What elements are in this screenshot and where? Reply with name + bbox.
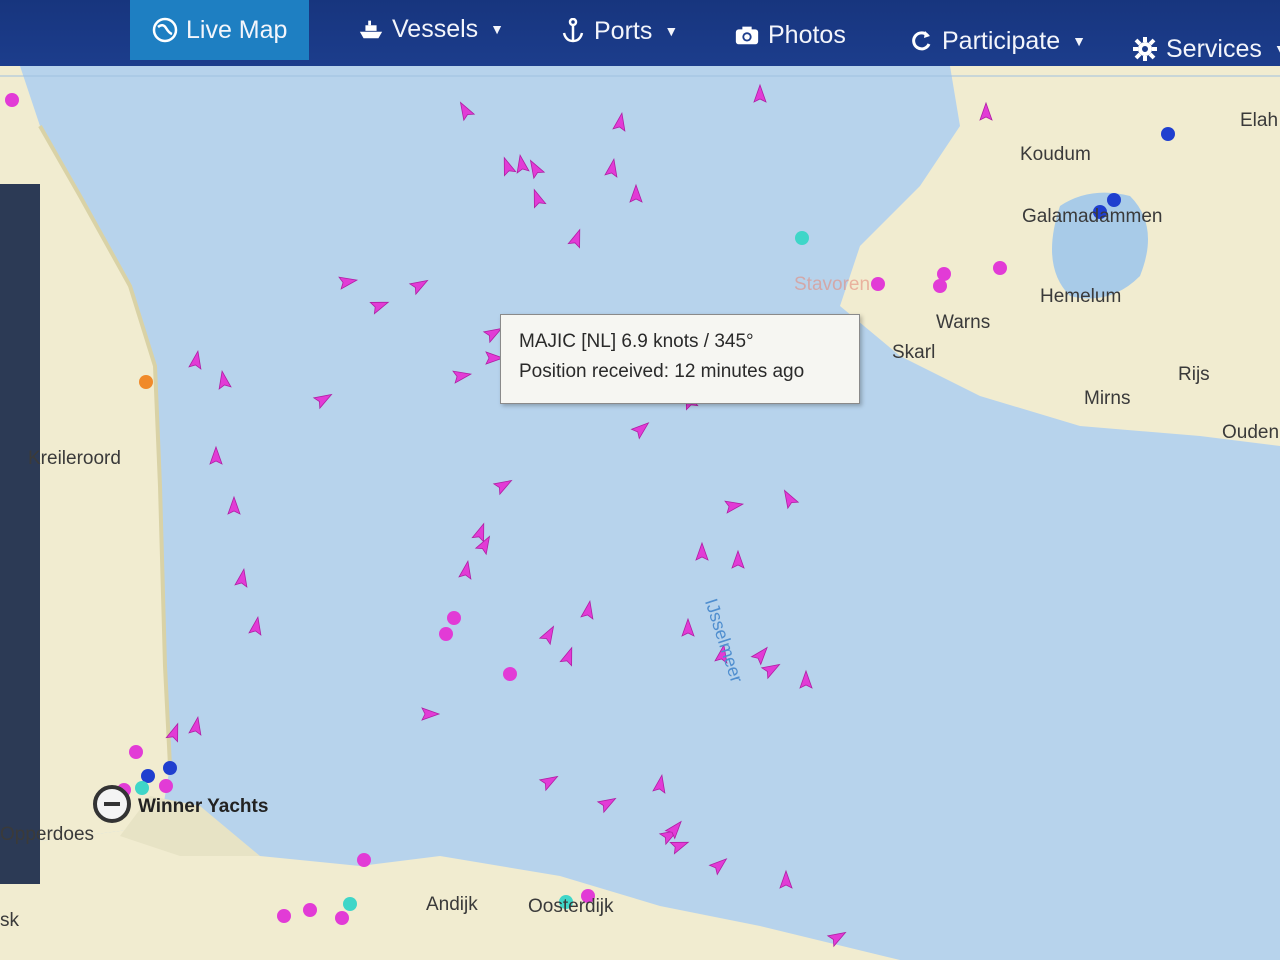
nav-participate-label: Participate [942,26,1061,55]
place-elahuizen: Elah [1240,110,1279,131]
vessel-dot-marker[interactable] [503,667,517,681]
place-mirns: Mirns [1084,388,1131,409]
vessel-dot-marker[interactable] [163,761,177,775]
vessel-dot-marker[interactable] [357,853,371,867]
nav-ports-label: Ports [594,16,653,45]
place-koudum: Koudum [1020,144,1091,165]
gear-icon [1132,36,1158,62]
vessel-dot-marker[interactable] [1161,127,1175,141]
nav-ports[interactable]: Ports ▼ [560,2,678,60]
vessel-dot-marker[interactable] [447,611,461,625]
place-stavoren: Stavoren [794,274,871,295]
tooltip-vessel-info: MAJIC [NL] 6.9 knots / 345° [519,331,754,352]
vessel-dot-marker[interactable] [135,781,149,795]
left-side-panel[interactable] [0,184,40,884]
live-map[interactable]: Koudum Galamadammen Elah Hemelum Warns S… [0,66,1280,960]
tooltip-position-received: Position received: 12 minutes ago [519,361,805,382]
vessel-dot-marker[interactable] [139,375,153,389]
vessel-dot-marker[interactable] [141,769,155,783]
nav-photos-label: Photos [768,20,846,49]
vessel-dot-marker[interactable] [795,231,809,245]
place-oudemirdum: Ouden [1222,422,1280,443]
place-oosterdijk: Oosterdijk [528,896,614,917]
nav-vessels[interactable]: Vessels ▼ [358,0,504,58]
nav-live-map-label: Live Map [186,15,288,44]
place-kreileroord: Kreileroord [28,448,121,469]
vessel-dot-marker[interactable] [993,261,1007,275]
vessel-dot-marker[interactable] [439,627,453,641]
refresh-icon [908,28,934,54]
vessel-dot-marker[interactable] [277,909,291,923]
vessel-tooltip: MAJIC [NL] 6.9 knots / 345° Position rec… [500,314,860,404]
vessel-dot-marker[interactable] [303,903,317,917]
place-skarl: Skarl [892,342,936,363]
chevron-down-icon: ▼ [1274,41,1280,57]
nav-photos[interactable]: Photos [734,6,846,64]
place-winner-yachts[interactable]: Winner Yachts [138,796,268,818]
place-rijs: Rijs [1178,364,1210,385]
place-warns: Warns [936,312,991,333]
nav-vessels-label: Vessels [392,14,479,43]
vessel-dot-marker[interactable] [335,911,349,925]
globe-icon [152,17,178,43]
vessel-dot-marker[interactable] [343,897,357,911]
nav-participate[interactable]: Participate ▼ [908,12,1086,70]
chevron-down-icon: ▼ [1072,33,1086,49]
place-andijk: Andijk [426,894,478,915]
place-opperdoes: Opperdoes [0,824,95,845]
vessel-dot-marker[interactable] [937,267,951,281]
place-sk: sk [0,910,19,931]
top-navbar: Live Map Vessels ▼ Ports ▼ Photos Partic… [0,0,1280,66]
ship-icon [358,16,384,42]
vessel-dot-marker[interactable] [1107,193,1121,207]
map-canvas [0,66,1280,960]
nav-services-label: Services [1166,34,1262,63]
anchor-icon [560,18,586,44]
vessel-dot-marker[interactable] [933,279,947,293]
winner-yachts-marker [93,785,131,823]
chevron-down-icon: ▼ [664,23,679,39]
place-hemelum: Hemelum [1040,286,1122,307]
chevron-down-icon: ▼ [490,21,505,37]
vessel-dot-marker[interactable] [129,745,143,759]
nav-live-map[interactable]: Live Map [130,0,310,60]
vessel-dot-marker[interactable] [5,93,19,107]
camera-icon [734,22,760,48]
vessel-dot-marker[interactable] [871,277,885,291]
place-galamadammen: Galamadammen [1022,206,1163,227]
vessel-dot-marker[interactable] [159,779,173,793]
